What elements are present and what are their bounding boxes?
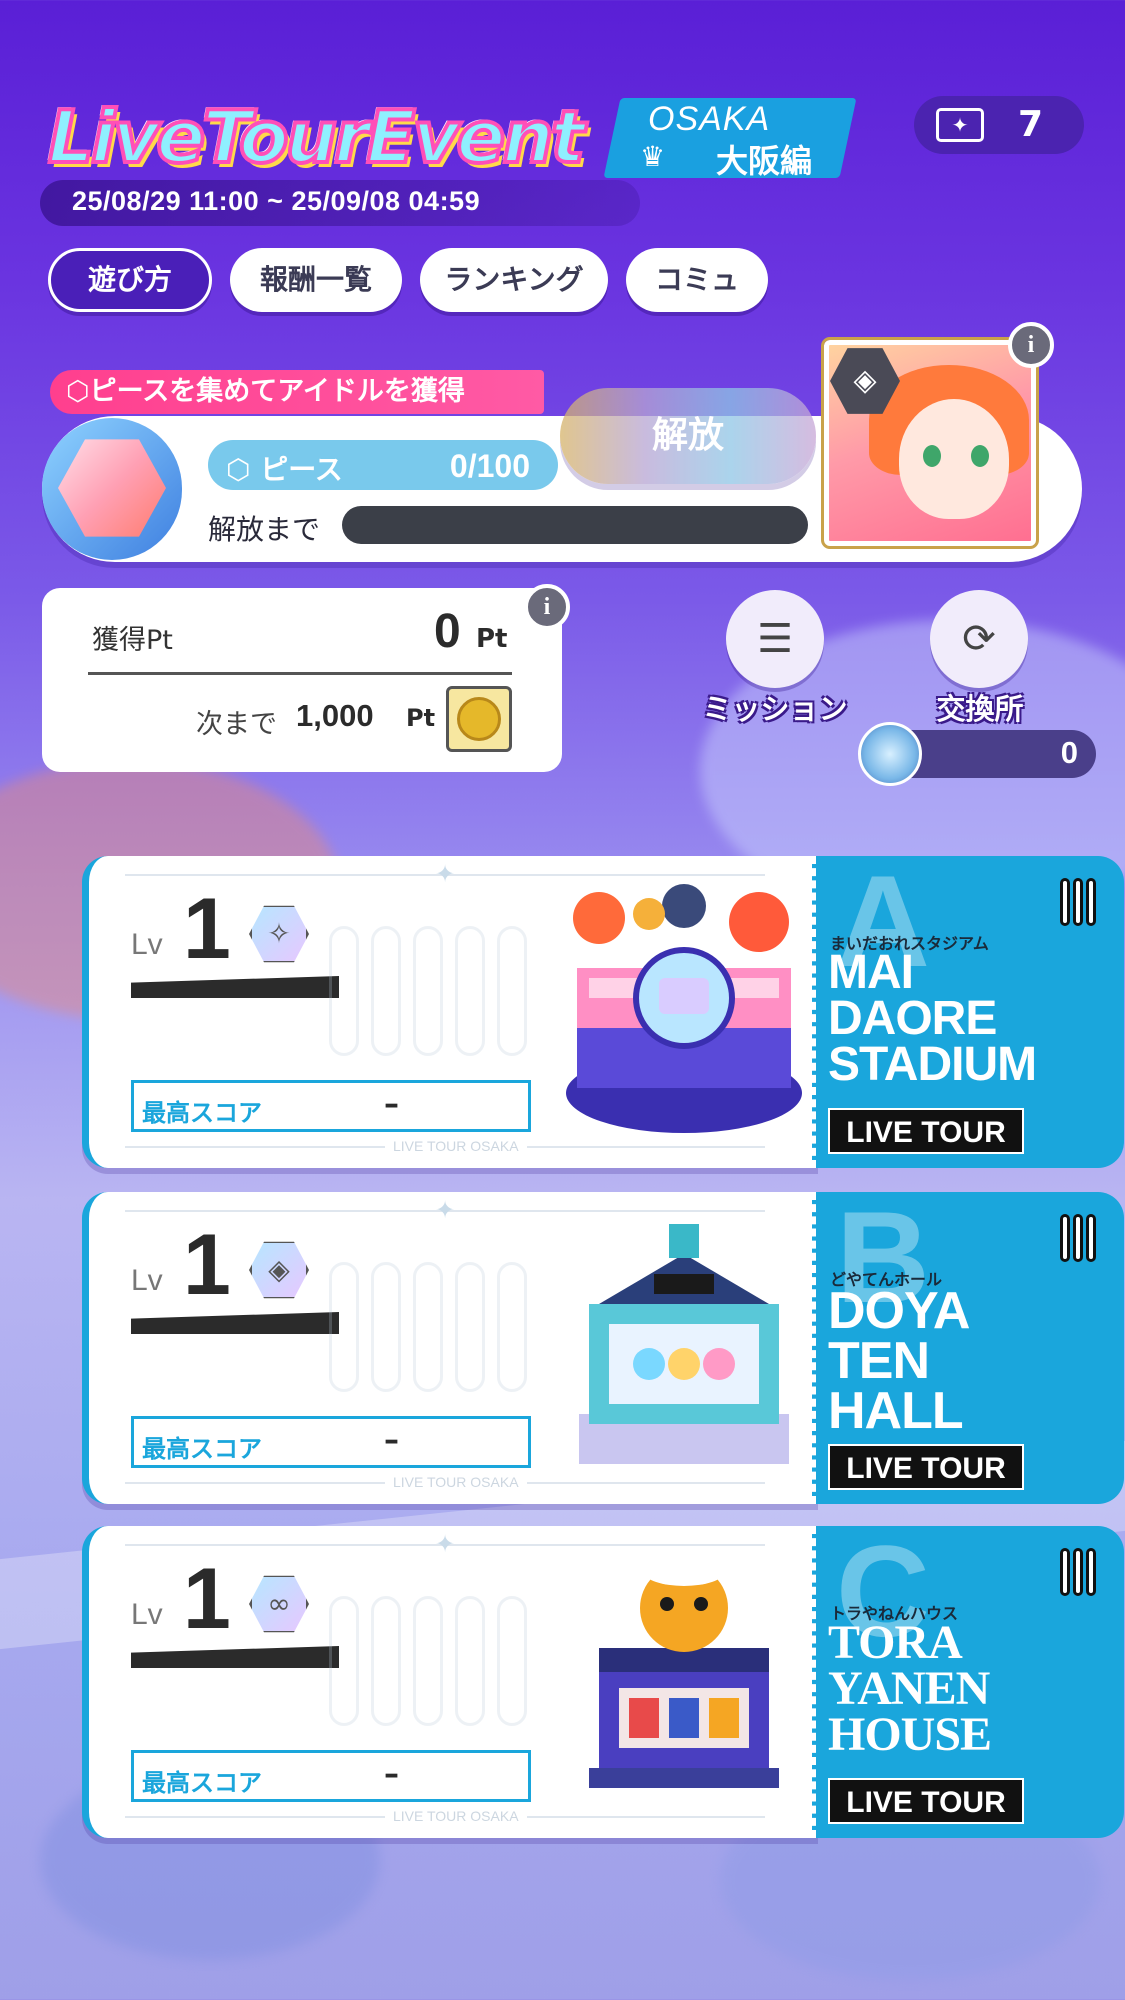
piece-value: 0/100 [449, 448, 530, 484]
star-icon: ✦ [435, 860, 456, 888]
idol-eye [971, 445, 989, 467]
points-divider [88, 672, 512, 675]
penlight-decoration [329, 1596, 559, 1736]
ticket-counter[interactable]: ✦ 7 [914, 96, 1084, 154]
penlight-icon [1060, 878, 1110, 930]
venue-tag: B どやてんホール DOYA TEN HALL LIVE TOUR [812, 1184, 1124, 1504]
level-progress-bar [131, 1312, 339, 1334]
knot-emblem-icon: ∞ [249, 1575, 309, 1633]
high-score-box: 最高スコア – [131, 1416, 531, 1468]
star-icon: ✦ [435, 1530, 456, 1558]
coin-icon [457, 697, 501, 741]
unlock-until-label: 解放まで [208, 513, 321, 546]
exchange-button[interactable]: ⟳ [930, 590, 1028, 688]
venue-footer: LIVE TOUR OSAKA [385, 1474, 527, 1490]
crown-icon: ♛ [640, 140, 666, 173]
points-label: 獲得Pt [92, 625, 173, 656]
idol-eye [923, 445, 941, 467]
location-jp: 大阪編 [716, 142, 813, 180]
venue-footer: LIVE TOUR OSAKA [385, 1138, 527, 1154]
venue-card-body: ✦ Lv 1 ◈ 最高スコア – LIVE TOUR OSAKA [82, 1192, 818, 1504]
info-icon[interactable]: i [524, 584, 570, 630]
mission-label: ミッション [702, 692, 848, 726]
medal-icon [858, 722, 922, 786]
venue-tag: A まいだおれスタジアム MAI DAORE STADIUM LIVE TOUR [812, 848, 1124, 1168]
level-value: 1 [183, 1551, 231, 1647]
live-tour-label: LIVE TOUR [828, 1444, 1024, 1490]
venue-card-c[interactable]: ✦ Lv 1 ∞ 最高スコア – LIVE TOUR OSAKA C トラやねん… [82, 1518, 1124, 1838]
tab-commu[interactable]: コミュ [626, 248, 768, 312]
points-unit: Pt [476, 624, 508, 654]
star-icon: ✦ [435, 1196, 456, 1224]
level-label: Lv [131, 1264, 163, 1297]
venue-card-a[interactable]: ✦ Lv 1 ✧ 最高スコア – LIVE TOUR OSAKA A まいだおれ… [82, 848, 1124, 1168]
venue-footer: LIVE TOUR OSAKA [385, 1808, 527, 1824]
cube-emblem-icon: ◈ [249, 1241, 309, 1299]
penlight-decoration [329, 926, 559, 1066]
high-score-label: 最高スコア [142, 1099, 262, 1127]
level-value: 1 [183, 881, 231, 977]
stadium-stage-illustration [566, 884, 802, 1133]
unlock-progress-bar [342, 506, 808, 544]
event-logo-text: LiveTourEvent [46, 93, 587, 181]
piece-banner: ⬡ピースを集めてアイドルを獲得 [50, 370, 544, 414]
medal-count: 0 [1060, 735, 1078, 770]
tab-rewards[interactable]: 報酬一覧 [230, 248, 402, 312]
ticket-icon: ✦ [936, 108, 984, 142]
next-reward-item[interactable] [446, 686, 512, 752]
mission-button[interactable]: ☰ [726, 590, 824, 688]
high-score-label: 最高スコア [142, 1435, 262, 1463]
next-reward-points: 1,000 [296, 698, 374, 733]
venue-name: DOYA TEN HALL [828, 1282, 970, 1440]
location-en: OSAKA [648, 100, 771, 138]
exchange-label: 交換所 [936, 692, 1024, 726]
event-period: 25/08/29 11:00 ~ 25/09/08 04:59 [72, 186, 481, 216]
next-reward-label: 次まで [196, 709, 277, 740]
live-tour-label: LIVE TOUR [828, 1778, 1024, 1824]
venue-tag: C トラやねんハウス TORA YANEN HOUSE LIVE TOUR [812, 1518, 1124, 1838]
unlock-button[interactable]: 解放 [560, 388, 816, 484]
venue-card-body: ✦ Lv 1 ✧ 最高スコア – LIVE TOUR OSAKA [82, 856, 818, 1168]
level-label: Lv [131, 1598, 163, 1631]
high-score-box: 最高スコア – [131, 1080, 531, 1132]
high-score-label: 最高スコア [142, 1769, 262, 1797]
star-emblem-icon: ✧ [249, 905, 309, 963]
level-progress-bar [131, 1646, 339, 1668]
points-value: 0 [434, 605, 461, 658]
level-progress-bar [131, 976, 339, 998]
ticket-count: 7 [1018, 104, 1044, 145]
penlight-icon [1060, 1214, 1110, 1266]
piece-count: ⬡ ピース 0/100 [208, 440, 558, 490]
house-stage-illustration [589, 1558, 779, 1788]
penlight-decoration [329, 1262, 559, 1402]
venue-name: MAI DAORE STADIUM [828, 946, 1037, 1091]
venue-name: TORA YANEN HOUSE [828, 1616, 992, 1761]
piece-label: ⬡ ピース [226, 453, 343, 486]
high-score-box: 最高スコア – [131, 1750, 531, 1802]
event-logo: LiveTourEvent [46, 92, 608, 182]
level-value: 1 [183, 1217, 231, 1313]
info-icon[interactable]: i [1008, 322, 1054, 368]
hall-stage-illustration [579, 1224, 789, 1464]
idol-face [899, 399, 1009, 519]
level-label: Lv [131, 928, 163, 961]
live-tour-label: LIVE TOUR [828, 1108, 1024, 1154]
high-score-value: – [384, 1423, 399, 1458]
venue-card-body: ✦ Lv 1 ∞ 最高スコア – LIVE TOUR OSAKA [82, 1526, 818, 1838]
next-reward-unit: Pt [406, 704, 436, 732]
high-score-value: – [384, 1087, 399, 1122]
tab-how-to-play[interactable]: 遊び方 [48, 248, 212, 312]
venue-card-b[interactable]: ✦ Lv 1 ◈ 最高スコア – LIVE TOUR OSAKA B どやてんホ… [82, 1184, 1124, 1504]
penlight-icon [1060, 1548, 1110, 1600]
tab-ranking[interactable]: ランキング [420, 248, 608, 312]
high-score-value: – [384, 1757, 399, 1792]
